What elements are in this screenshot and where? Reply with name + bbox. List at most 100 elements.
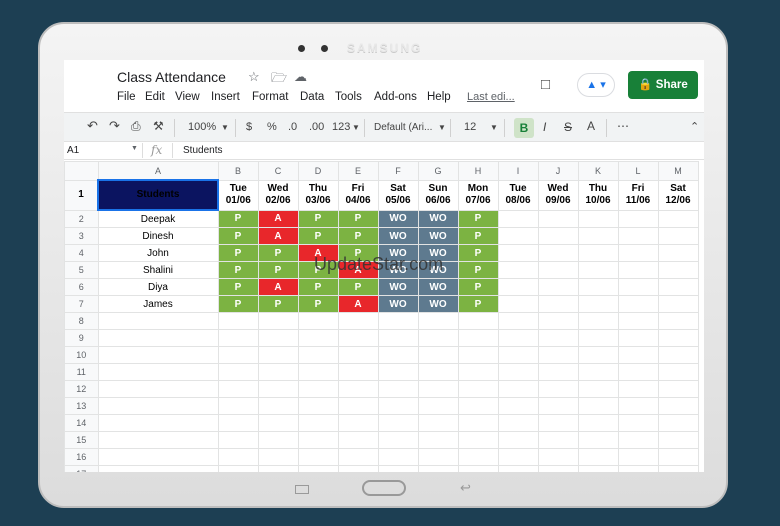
empty-cell[interactable] <box>217 346 259 364</box>
empty-cell[interactable] <box>497 380 539 398</box>
empty-cell[interactable] <box>217 465 259 472</box>
empty-cell[interactable] <box>537 414 579 432</box>
empty-cell[interactable] <box>337 448 379 466</box>
attendance-cell[interactable]: WO <box>417 295 459 313</box>
empty-cell[interactable] <box>297 363 339 381</box>
empty-cell[interactable] <box>617 397 659 415</box>
row-number[interactable]: 6 <box>64 278 99 296</box>
empty-cell[interactable] <box>537 363 579 381</box>
menu-format[interactable]: Format <box>252 91 288 103</box>
date-header-cell[interactable]: Sat 05/06 <box>377 179 419 211</box>
empty-cell[interactable] <box>657 363 699 381</box>
empty-cell[interactable] <box>537 312 579 330</box>
percent-format-button[interactable]: % <box>267 121 277 133</box>
empty-cell[interactable] <box>657 329 699 347</box>
empty-cell[interactable] <box>337 465 379 472</box>
empty-cell[interactable] <box>417 312 459 330</box>
attendance-cell[interactable]: P <box>217 227 259 245</box>
empty-cell[interactable] <box>657 295 699 313</box>
undo-icon[interactable]: ↶ <box>87 118 98 134</box>
empty-cell[interactable] <box>417 380 459 398</box>
empty-cell[interactable] <box>377 414 419 432</box>
strikethrough-button[interactable]: S <box>564 120 572 134</box>
empty-cell[interactable] <box>297 448 339 466</box>
attendance-cell[interactable]: WO <box>417 209 459 228</box>
hardware-menu-button[interactable] <box>295 485 309 494</box>
empty-cell[interactable] <box>657 465 699 472</box>
row-number[interactable]: 1 <box>64 179 99 211</box>
column-header[interactable]: J <box>537 161 579 181</box>
chevron-down-icon[interactable]: ▼ <box>490 123 498 132</box>
empty-cell[interactable] <box>497 448 539 466</box>
column-header[interactable]: B <box>217 161 259 181</box>
empty-cell[interactable] <box>217 397 259 415</box>
empty-cell[interactable] <box>377 397 419 415</box>
zoom-select[interactable]: 100% <box>188 121 216 133</box>
menu-insert[interactable]: Insert <box>211 91 240 103</box>
empty-cell[interactable] <box>657 448 699 466</box>
date-header-cell[interactable]: Tue 08/06 <box>497 179 539 211</box>
empty-cell[interactable] <box>657 278 699 296</box>
empty-cell[interactable] <box>337 414 379 432</box>
empty-cell[interactable] <box>617 431 659 449</box>
empty-cell[interactable] <box>497 346 539 364</box>
attendance-cell[interactable]: WO <box>377 209 419 228</box>
empty-cell[interactable] <box>577 448 619 466</box>
empty-cell[interactable] <box>617 227 659 245</box>
empty-cell[interactable] <box>537 329 579 347</box>
empty-cell[interactable] <box>417 363 459 381</box>
row-number[interactable]: 11 <box>64 363 99 381</box>
empty-cell[interactable] <box>337 431 379 449</box>
attendance-cell[interactable]: P <box>217 244 259 262</box>
empty-cell[interactable] <box>497 227 539 245</box>
attendance-cell[interactable]: A <box>257 278 299 296</box>
empty-cell[interactable] <box>257 414 299 432</box>
decrease-decimal-button[interactable]: .0 <box>288 121 297 133</box>
row-number[interactable]: 12 <box>64 380 99 398</box>
empty-cell[interactable] <box>257 329 299 347</box>
column-header[interactable]: G <box>417 161 459 181</box>
attendance-cell[interactable]: P <box>337 209 379 228</box>
row-number[interactable]: 14 <box>64 414 99 432</box>
empty-cell[interactable] <box>457 346 499 364</box>
attendance-cell[interactable]: P <box>457 209 499 228</box>
column-header[interactable]: D <box>297 161 339 181</box>
empty-cell[interactable] <box>337 329 379 347</box>
menu-tools[interactable]: Tools <box>335 91 362 103</box>
empty-cell[interactable] <box>577 363 619 381</box>
attendance-cell[interactable]: P <box>457 244 499 262</box>
empty-cell[interactable] <box>257 397 299 415</box>
empty-cell[interactable] <box>377 380 419 398</box>
empty-cell[interactable] <box>97 346 219 364</box>
attendance-cell[interactable]: P <box>257 244 299 262</box>
empty-cell[interactable] <box>337 346 379 364</box>
empty-cell[interactable] <box>297 414 339 432</box>
attendance-cell[interactable]: P <box>337 227 379 245</box>
row-number[interactable]: 15 <box>64 431 99 449</box>
font-size-select[interactable]: 12 <box>464 121 476 133</box>
present-button[interactable]: ▲ ▾ <box>577 73 615 97</box>
font-select[interactable]: Default (Ari... <box>374 122 432 133</box>
column-header[interactable]: A <box>97 161 219 181</box>
column-header[interactable]: F <box>377 161 419 181</box>
empty-cell[interactable] <box>457 465 499 472</box>
empty-cell[interactable] <box>417 397 459 415</box>
row-number[interactable]: 5 <box>64 261 99 279</box>
date-header-cell[interactable]: Sat 12/06 <box>657 179 699 211</box>
empty-cell[interactable] <box>617 363 659 381</box>
menu-add-ons[interactable]: Add-ons <box>374 91 417 103</box>
row-number[interactable]: 17 <box>64 465 99 472</box>
empty-cell[interactable] <box>417 329 459 347</box>
empty-cell[interactable] <box>457 329 499 347</box>
empty-cell[interactable] <box>577 295 619 313</box>
empty-cell[interactable] <box>577 465 619 472</box>
empty-cell[interactable] <box>417 414 459 432</box>
empty-cell[interactable] <box>577 312 619 330</box>
empty-cell[interactable] <box>617 448 659 466</box>
empty-cell[interactable] <box>577 431 619 449</box>
empty-cell[interactable] <box>257 448 299 466</box>
empty-cell[interactable] <box>497 465 539 472</box>
more-formats-button[interactable]: 123 <box>332 121 350 133</box>
date-header-cell[interactable]: Wed 02/06 <box>257 179 299 211</box>
empty-cell[interactable] <box>617 380 659 398</box>
